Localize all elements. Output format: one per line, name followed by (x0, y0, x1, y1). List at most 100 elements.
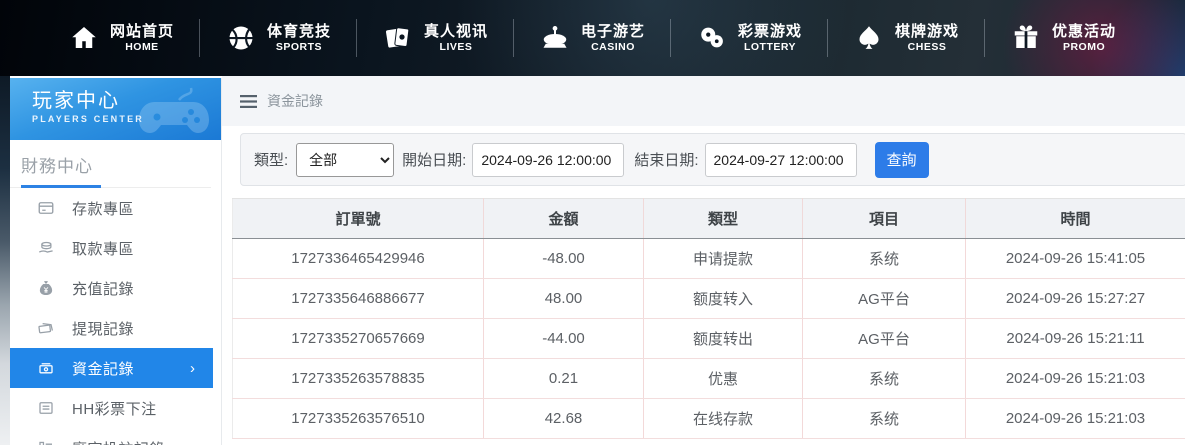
table-cell: 1727336465429946 (232, 238, 484, 279)
nav-label-en: CHESS (907, 41, 947, 53)
type-select[interactable]: 全部 (296, 142, 395, 177)
menu-toggle-icon[interactable] (240, 94, 257, 108)
end-date-label: 結束日期: (634, 152, 699, 169)
table-cell: 系统 (802, 358, 966, 399)
cards-icon (383, 23, 413, 53)
withdraw-hand-icon (37, 239, 55, 257)
column-header: 項目 (802, 198, 966, 239)
cash-note-icon (37, 319, 55, 337)
nav-item-casino[interactable]: 电子游艺 CASINO (514, 22, 671, 54)
page: 网站首页 HOME 体育竞技 SPORTS 真人视讯 LIVES 电子游艺 CA… (0, 0, 1185, 445)
start-date-input[interactable] (472, 142, 625, 177)
table-cell: 42.68 (483, 398, 644, 439)
column-header: 類型 (643, 198, 803, 239)
list-icon (37, 399, 55, 417)
spade-icon (854, 23, 884, 53)
nav-label-zh: 优惠活动 (1052, 23, 1117, 40)
nav-label-zh: 体育竞技 (266, 23, 331, 40)
table-row: 1727335263576510 42.68 在线存款 系统 2024-09-26 15… (232, 398, 1185, 439)
table-row: 1727336465429946 -48.00 申请提款 系统 2024-09-26 1… (232, 238, 1185, 279)
table-cell: 2024-09-26 15:21:03 (965, 358, 1185, 399)
table-cell: 0.21 (483, 358, 644, 399)
table-cell: 1727335646886677 (232, 278, 484, 319)
sidebar-item-funds-records[interactable]: 資金記錄 › (10, 348, 213, 388)
table-row: 1727335270657669 -44.00 额度转出 AG平台 2024-09-26… (232, 318, 1185, 359)
sidebar-menu: 存款專區 › 取款專區 › 充值記錄 › 提現記錄 › 資金記錄 › HH彩票下… (10, 188, 221, 445)
column-header: 時間 (965, 198, 1185, 239)
nav-label-en: PROMO (1062, 41, 1106, 53)
search-button[interactable]: 查詢 (874, 141, 929, 178)
sidebar-item-label: 資金記錄 (72, 360, 135, 378)
bank-card-icon (37, 199, 55, 217)
nav-label-zh: 彩票游戏 (738, 23, 803, 40)
basketball-icon (226, 23, 256, 53)
table-cell: 2024-09-26 15:21:11 (965, 318, 1185, 359)
table-cell: 2024-09-26 15:27:27 (965, 278, 1185, 319)
table-row: 1727335646886677 48.00 额度转入 AG平台 2024-09-26 … (232, 278, 1185, 319)
nav-label-en: LIVES (439, 41, 473, 53)
nav-item-chess[interactable]: 棋牌游戏 CHESS (828, 22, 985, 54)
table-row: 1727335263578835 0.21 优惠 系统 2024-09-26 15:21… (232, 358, 1185, 399)
nav-label-zh: 棋牌游戏 (895, 23, 960, 40)
table-cell: 48.00 (483, 278, 644, 319)
nav-item-lives[interactable]: 真人视讯 LIVES (357, 22, 514, 54)
table-cell: 优惠 (643, 358, 803, 399)
nav-label-en: CASINO (591, 41, 635, 53)
home-icon (69, 23, 99, 53)
nav-label-zh: 网站首页 (109, 23, 174, 40)
breadcrumb: 資金記錄 (222, 76, 1185, 126)
table-cell: 额度转出 (643, 318, 803, 359)
sidebar-item-withdraw-zone[interactable]: 取款專區 › (10, 228, 221, 268)
table-cell: 在线存款 (643, 398, 803, 439)
sidebar-item-recharge-records[interactable]: 充值記錄 › (10, 268, 221, 308)
table-cell: 系统 (802, 398, 966, 439)
table-body: 1727336465429946 -48.00 申请提款 系统 2024-09-26 1… (232, 238, 1185, 439)
sidebar-item-label: 存款專區 (72, 200, 135, 218)
table-cell: 1727335263576510 (232, 398, 484, 439)
start-date-label: 開始日期: (402, 152, 467, 169)
table-cell: 系统 (802, 238, 966, 279)
sidebar-item-deposit-zone[interactable]: 存款專區 › (10, 188, 221, 228)
nav-item-lottery[interactable]: 彩票游戏 LOTTERY (671, 22, 828, 54)
nav-label-en: HOME (125, 41, 159, 53)
roulette-icon (540, 23, 570, 53)
background-edge (0, 76, 10, 445)
finance-section-title: 財務中心 (21, 157, 93, 176)
sidebar-item-label: 提現記錄 (72, 320, 135, 338)
table-cell: AG平台 (802, 278, 966, 319)
checklist-icon (37, 439, 55, 445)
sidebar: 玩家中心 PLAYERS CENTER 財務中心 存款專區 › 取款專區 › (10, 78, 222, 445)
sidebar-item-room-bet-records[interactable]: 廳室投註記錄 › (10, 428, 221, 445)
main-content: 類型: 全部 開始日期: 結束日期: 查詢 訂單號金額類型項目時間 172733… (222, 126, 1185, 445)
sidebar-item-label: 廳室投註記錄 (72, 438, 165, 445)
sidebar-item-withdrawal-records[interactable]: 提現記錄 › (10, 308, 221, 348)
sidebar-item-label: HH彩票下注 (72, 400, 157, 418)
sidebar-item-hh-lottery-bets[interactable]: HH彩票下注 › (10, 388, 221, 428)
filter-panel: 類型: 全部 開始日期: 結束日期: 查詢 (240, 133, 1185, 186)
table-cell: -44.00 (483, 318, 644, 359)
table-cell: 额度转入 (643, 278, 803, 319)
table-cell: AG平台 (802, 318, 966, 359)
nav-item-promo[interactable]: 优惠活动 PROMO (985, 22, 1142, 54)
lottery-balls-icon (697, 23, 727, 53)
sidebar-item-label: 取款專區 (72, 240, 135, 258)
end-date-input[interactable] (704, 142, 857, 177)
nav-label-en: SPORTS (275, 41, 323, 53)
table-cell: 2024-09-26 15:41:05 (965, 238, 1185, 279)
nav-item-sports[interactable]: 体育竞技 SPORTS (200, 22, 357, 54)
players-center-header: 玩家中心 PLAYERS CENTER (10, 78, 221, 140)
chevron-right-icon: › (190, 359, 195, 377)
table-header-row: 訂單號 金額 類型 項目 時間 (232, 198, 1185, 239)
sidebar-item-label: 充值記錄 (72, 280, 135, 298)
top-nav: 网站首页 HOME 体育竞技 SPORTS 真人视讯 LIVES 电子游艺 CA… (0, 0, 1185, 76)
page-title: 資金記錄 (267, 93, 323, 109)
money-bag-icon (37, 279, 55, 297)
column-header: 金額 (483, 198, 644, 239)
nav-label-zh: 真人视讯 (423, 23, 488, 40)
gift-icon (1011, 23, 1041, 53)
finance-section: 財務中心 (10, 140, 221, 188)
top-banner: 网站首页 HOME 体育竞技 SPORTS 真人视讯 LIVES 电子游艺 CA… (0, 0, 1185, 76)
type-label: 類型: (254, 152, 289, 169)
column-header: 訂單號 (232, 198, 484, 239)
nav-item-home[interactable]: 网站首页 HOME (43, 22, 200, 54)
